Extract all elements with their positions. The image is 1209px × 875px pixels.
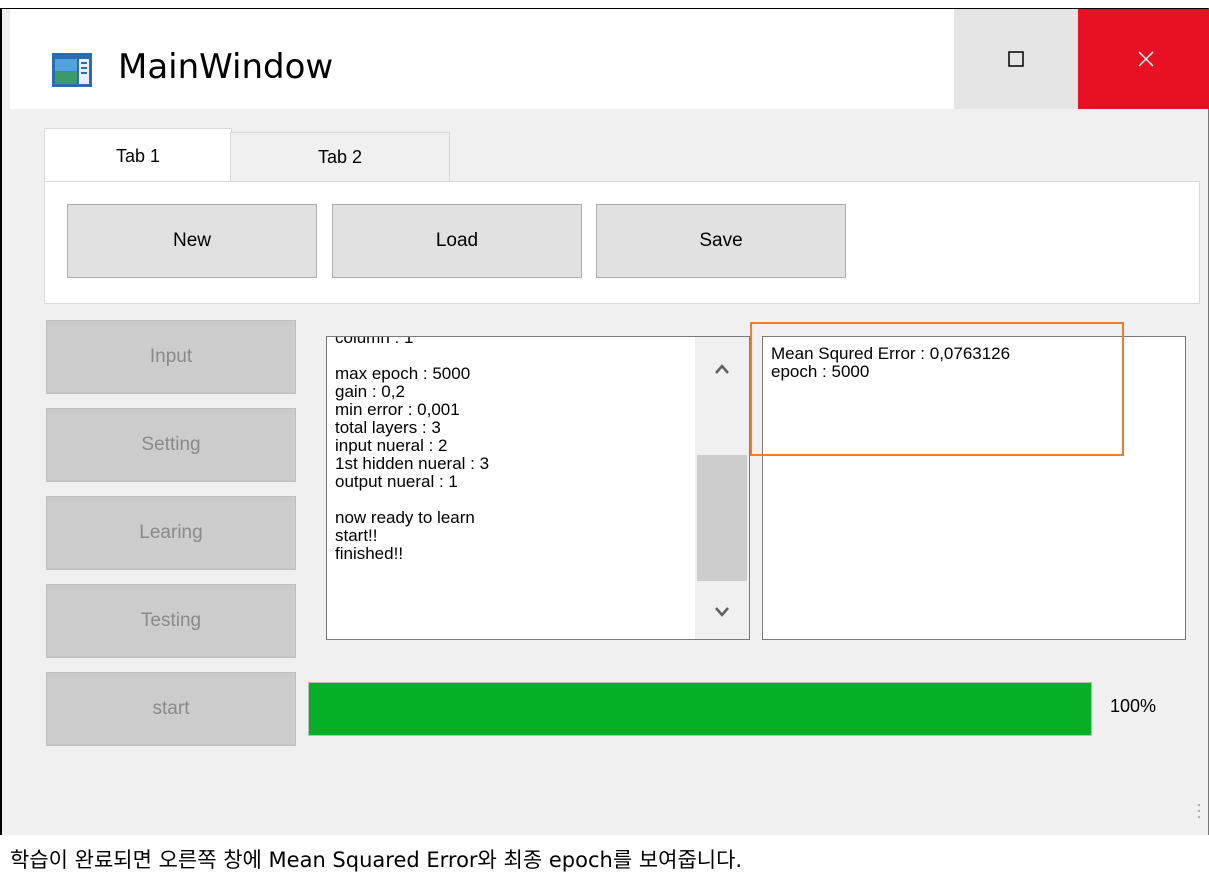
- maximize-button[interactable]: [954, 9, 1078, 109]
- resize-grip-icon[interactable]: [1196, 802, 1202, 822]
- highlight-annotation: [750, 322, 1124, 456]
- window-title: MainWindow: [118, 47, 334, 87]
- maximize-icon: [1008, 51, 1024, 67]
- scroll-thumb[interactable]: [697, 455, 747, 581]
- progress-bar: [308, 682, 1092, 736]
- app-icon: [52, 53, 92, 87]
- log-scrollbar[interactable]: [695, 337, 749, 639]
- title-bar[interactable]: MainWindow: [10, 9, 1209, 109]
- tab-panel: New Load Save: [44, 181, 1200, 304]
- close-button[interactable]: [1078, 9, 1209, 109]
- caption-text: 학습이 완료되면 오른쪽 창에 Mean Squared Error와 최종 e…: [10, 848, 743, 872]
- scroll-up-button[interactable]: [695, 337, 749, 401]
- testing-button[interactable]: Testing: [46, 584, 296, 658]
- save-button[interactable]: Save: [596, 204, 846, 278]
- chevron-up-icon: [715, 364, 729, 374]
- chevron-down-icon: [715, 607, 729, 617]
- tab-2[interactable]: Tab 2: [230, 132, 450, 181]
- progress-fill: [309, 683, 1091, 735]
- input-button[interactable]: Input: [46, 320, 296, 394]
- setting-button[interactable]: Setting: [46, 408, 296, 482]
- start-button[interactable]: start: [46, 672, 296, 746]
- progress-percent: 100%: [1110, 696, 1157, 716]
- load-button[interactable]: Load: [332, 204, 582, 278]
- log-text: column : 1 max epoch : 5000 gain : 0,2 m…: [335, 336, 490, 563]
- log-textbox[interactable]: column : 1 max epoch : 5000 gain : 0,2 m…: [326, 336, 750, 640]
- new-button[interactable]: New: [67, 204, 317, 278]
- close-icon: [1138, 51, 1154, 67]
- scroll-down-button[interactable]: [695, 583, 749, 639]
- tab-1[interactable]: Tab 1: [44, 128, 232, 183]
- learning-button[interactable]: Learing: [46, 496, 296, 570]
